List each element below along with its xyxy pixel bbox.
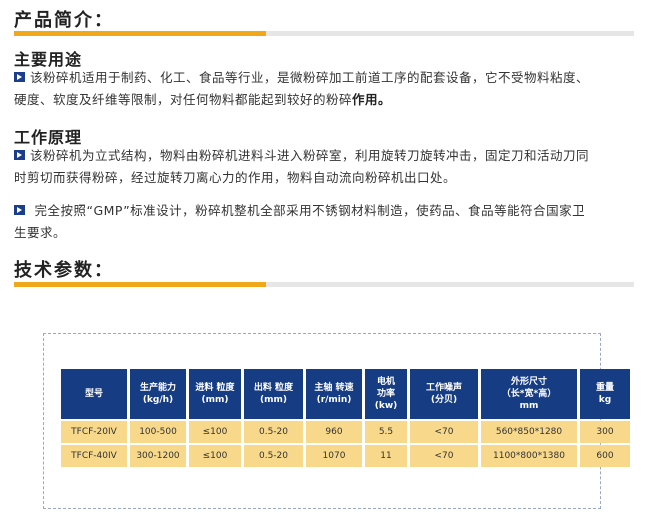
spec-header-cell: 工作噪声 (分贝)	[410, 369, 478, 419]
spec-header-text: mm	[519, 401, 539, 411]
spec-header-text: 进料 粒度	[195, 383, 235, 393]
spec-header-text: 重量	[595, 383, 614, 393]
spec-header-cell: 型号	[61, 369, 127, 419]
spec-header-cell: 外形尺寸 （长*宽*高） mm	[481, 369, 577, 419]
spec-cell: 5.5	[365, 421, 407, 443]
spec-header-text: (mm)	[201, 395, 229, 405]
spec-cell: 11	[365, 445, 407, 467]
spec-header-text: (kg/h)	[142, 395, 174, 405]
table-row: TFCF-40IV 300-1200 ≤100 0.5-20 1070 11 <70 1100…	[61, 445, 630, 467]
spec-header-cell: 主轴 转速 (r/min)	[306, 369, 362, 419]
arrow-bullet-icon	[14, 149, 26, 161]
spec-header-text: 出料 粒度	[253, 383, 294, 393]
principle-text-line2: 时剪切而获得粉碎，经过旋转刀离心力的作用，物料自动流向粉碎机出口处。	[14, 170, 457, 185]
table-row: TFCF-20IV 100-500 ≤100 0.5-20 960 5.5 <70 560*8…	[61, 421, 630, 443]
usage-text-line2: 硬度、软度及纤维等限制，对任何物料都能起到较好的粉碎	[14, 92, 353, 107]
specs-divider	[14, 282, 634, 287]
usage-paragraph: 该粉碎机适用于制药、化工、食品等行业，是微粉碎加工前道工序的配套设备，它不受物料…	[14, 67, 636, 111]
spec-header-cell: 重量 kg	[580, 369, 630, 419]
principle-paragraph: 该粉碎机为立式结构，物料由粉碎机进料斗进入粉碎室，利用旋转刀旋转冲击，固定刀和活…	[14, 145, 636, 189]
arrow-bullet-icon	[14, 71, 26, 83]
intro-heading: 产品简介：	[14, 10, 114, 31]
spec-header-text: 生产能力	[139, 383, 176, 393]
usage-text-bold: 作用。	[352, 92, 392, 107]
spec-header-text: (kw)	[374, 401, 398, 411]
spec-header-text: 工作噪声	[425, 383, 462, 393]
spec-header-text: (r/min)	[316, 395, 352, 405]
spec-header-text: （长*宽*高）	[501, 389, 557, 399]
spec-header-text: 功率	[376, 389, 395, 399]
spec-cell: 1070	[306, 445, 362, 467]
principle-text-line1: 该粉碎机为立式结构，物料由粉碎机进料斗进入粉碎室，利用旋转刀旋转冲击，固定刀和活…	[30, 148, 590, 163]
spec-cell: 0.5-20	[244, 421, 303, 443]
spec-cell: <70	[410, 445, 478, 467]
spec-header-text: 电机	[376, 377, 395, 387]
spec-table: 型号 生产能力 (kg/h) 进料 粒度 (mm) 出料 粒度 (mm) 主轴 转速 (r/mi…	[58, 367, 633, 469]
usage-text-line1: 该粉碎机适用于制药、化工、食品等行业，是微粉碎加工前道工序的配套设备，它不受物料…	[30, 70, 590, 85]
gmp-paragraph: 完全按照“GMP”标准设计，粉碎机整机全部采用不锈钢材料制造，使药品、食品等能符…	[14, 200, 636, 244]
arrow-bullet-icon	[14, 204, 26, 216]
spec-cell: <70	[410, 421, 478, 443]
spec-cell: 560*850*1280	[481, 421, 577, 443]
spec-table-header-row: 型号 生产能力 (kg/h) 进料 粒度 (mm) 出料 粒度 (mm) 主轴 转速 (r/mi…	[61, 369, 630, 419]
spec-cell: ≤100	[189, 445, 241, 467]
spec-header-cell: 生产能力 (kg/h)	[130, 369, 186, 419]
spec-cell: 300	[580, 421, 630, 443]
spec-header-text: (mm)	[260, 395, 287, 405]
spec-cell: TFCF-20IV	[61, 421, 127, 443]
spec-header-text: 型号	[84, 389, 103, 399]
spec-header-text: kg	[598, 395, 612, 405]
spec-header-cell: 出料 粒度 (mm)	[244, 369, 303, 419]
spec-header-cell: 电机功率 (kw)	[365, 369, 407, 419]
spec-header-text: 主轴 转速	[314, 383, 354, 393]
gmp-text-line1: 完全按照“GMP”标准设计，粉碎机整机全部采用不锈钢材料制造，使药品、食品等能符…	[34, 203, 586, 218]
spec-cell: TFCF-40IV	[61, 445, 127, 467]
specs-heading: 技术参数：	[14, 260, 114, 281]
spec-header-text: 外形尺寸	[510, 377, 547, 387]
spec-cell: ≤100	[189, 421, 241, 443]
gmp-text-line2: 生要求。	[14, 225, 67, 240]
intro-divider	[14, 31, 634, 36]
spec-cell: 0.5-20	[244, 445, 303, 467]
spec-cell: 960	[306, 421, 362, 443]
spec-cell: 100-500	[130, 421, 186, 443]
spec-cell: 600	[580, 445, 630, 467]
spec-header-text: (分贝)	[430, 395, 458, 405]
spec-header-cell: 进料 粒度 (mm)	[189, 369, 241, 419]
spec-cell: 1100*800*1380	[481, 445, 577, 467]
spec-cell: 300-1200	[130, 445, 186, 467]
